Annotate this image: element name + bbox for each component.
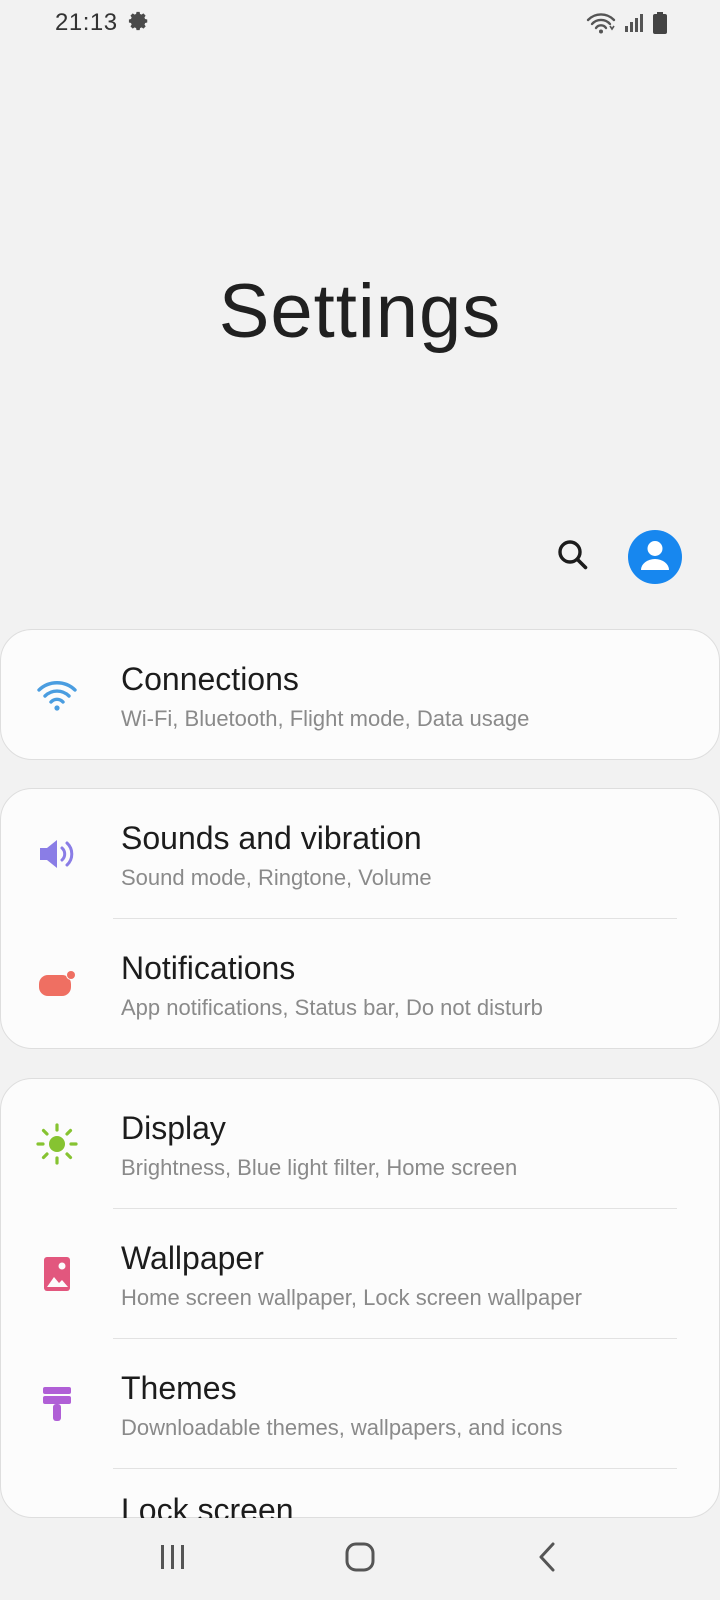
settings-item-title: Notifications [121, 950, 296, 986]
settings-item-title: Themes [121, 1370, 237, 1406]
wallpaper-icon [35, 1252, 79, 1296]
settings-item-subtitle: Home screen wallpaper, Lock screen wallp… [121, 1285, 583, 1310]
recents-button[interactable] [133, 1529, 213, 1589]
settings-item-title: Lock screen [121, 1492, 294, 1519]
settings-screen: 21:13 Settings Connections Wi-Fi, Blueto… [0, 0, 720, 1600]
battery-icon [652, 11, 668, 35]
wifi-icon [586, 12, 616, 34]
signal-icon [623, 12, 645, 34]
notification-icon [35, 962, 79, 1006]
volume-icon [35, 832, 79, 876]
status-bar: 21:13 [0, 0, 720, 46]
settings-item-subtitle: Brightness, Blue light filter, Home scre… [121, 1155, 518, 1180]
settings-item-notifications[interactable]: Notifications App notifications, Status … [1, 919, 719, 1049]
recents-icon [158, 1543, 188, 1576]
status-time: 21:13 [55, 9, 118, 36]
settings-item-subtitle: Sound mode, Ringtone, Volume [121, 865, 432, 890]
settings-item-subtitle: Wi-Fi, Bluetooth, Flight mode, Data usag… [121, 706, 530, 731]
settings-item-title: Wallpaper [121, 1240, 264, 1276]
brush-icon [35, 1382, 79, 1426]
sun-icon [35, 1122, 79, 1166]
settings-item-title: Display [121, 1110, 226, 1146]
settings-group-connections: Connections Wi-Fi, Bluetooth, Flight mod… [0, 629, 720, 760]
home-button[interactable] [320, 1529, 400, 1589]
gear-icon [128, 10, 150, 37]
wifi-icon [35, 673, 79, 717]
settings-item-wallpaper[interactable]: Wallpaper Home screen wallpaper, Lock sc… [1, 1209, 719, 1339]
settings-group-sounds: Sounds and vibration Sound mode, Rington… [0, 788, 720, 1049]
back-button[interactable] [507, 1529, 587, 1589]
account-icon [640, 539, 670, 576]
back-icon [536, 1541, 558, 1578]
home-icon [344, 1541, 376, 1578]
page-title: Settings [218, 269, 502, 354]
settings-item-connections[interactable]: Connections Wi-Fi, Bluetooth, Flight mod… [1, 630, 719, 760]
settings-item-title: Sounds and vibration [121, 820, 422, 856]
settings-group-display: Display Brightness, Blue light filter, H… [0, 1078, 720, 1519]
navigation-bar [0, 1518, 720, 1600]
settings-item-subtitle: App notifications, Status bar, Do not di… [121, 995, 543, 1020]
settings-item-display[interactable]: Display Brightness, Blue light filter, H… [1, 1079, 719, 1209]
search-button[interactable] [556, 538, 590, 577]
settings-item-themes[interactable]: Themes Downloadable themes, wallpapers, … [1, 1339, 719, 1469]
settings-item-subtitle: Downloadable themes, wallpapers, and ico… [121, 1415, 563, 1440]
settings-item-title: Connections [121, 661, 299, 697]
settings-item-lock-screen[interactable]: Lock screen [1, 1469, 719, 1519]
search-icon [556, 538, 590, 577]
header-actions [556, 530, 682, 584]
account-button[interactable] [628, 530, 682, 584]
settings-item-sounds[interactable]: Sounds and vibration Sound mode, Rington… [1, 789, 719, 919]
